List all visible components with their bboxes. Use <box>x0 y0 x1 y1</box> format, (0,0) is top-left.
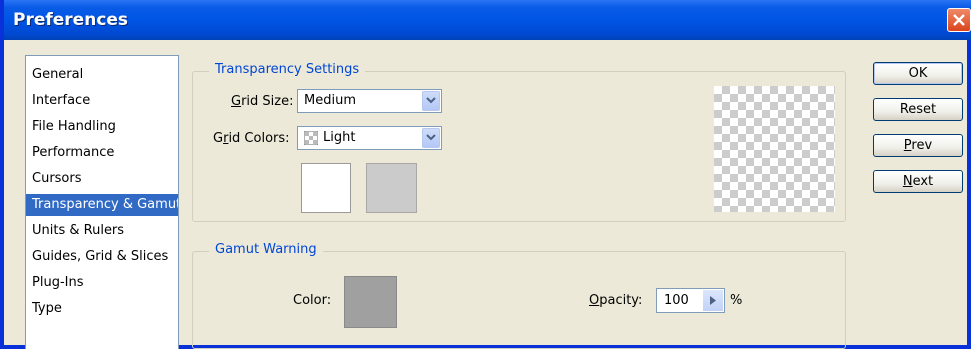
gamut-warning-group <box>192 251 846 349</box>
grid-color-1-swatch[interactable] <box>301 163 351 213</box>
grid-size-value: Medium <box>304 93 356 108</box>
chevron-down-icon <box>426 97 436 104</box>
opacity-unit: % <box>730 293 743 308</box>
category-type[interactable]: Type <box>26 298 178 320</box>
category-transparency-gamut[interactable]: Transparency & Gamut <box>26 194 178 216</box>
category-interface[interactable]: Interface <box>26 90 178 112</box>
checkerboard-icon <box>304 131 318 145</box>
chevron-down-icon <box>426 134 436 141</box>
transparency-settings-legend: Transparency Settings <box>209 62 366 77</box>
opacity-input[interactable]: 100 <box>656 288 725 313</box>
triangle-right-icon <box>710 296 716 305</box>
preferences-dialog: Preferences General Interface File Handl… <box>0 0 971 349</box>
category-units-rulers[interactable]: Units & Rulers <box>26 220 178 242</box>
prev-button[interactable]: Prev <box>873 134 963 157</box>
category-performance[interactable]: Performance <box>26 142 178 164</box>
grid-size-label: Grid Size: <box>231 94 294 109</box>
category-file-handling[interactable]: File Handling <box>26 116 178 138</box>
opacity-label: Opacity: <box>589 293 643 308</box>
opacity-slider-button[interactable] <box>703 290 723 311</box>
category-plug-ins[interactable]: Plug-Ins <box>26 272 178 294</box>
category-guides-grid-slices[interactable]: Guides, Grid & Slices <box>26 246 178 268</box>
reset-button[interactable]: Reset <box>873 98 963 121</box>
opacity-value: 100 <box>664 293 689 308</box>
gamut-warning-legend: Gamut Warning <box>209 242 323 257</box>
category-cursors[interactable]: Cursors <box>26 168 178 190</box>
category-list[interactable]: General Interface File Handling Performa… <box>25 55 179 349</box>
category-general[interactable]: General <box>26 64 178 86</box>
grid-colors-dropdown-button[interactable] <box>422 128 440 148</box>
grid-size-select[interactable]: Medium <box>297 89 442 113</box>
transparency-preview <box>714 86 835 212</box>
gamut-color-swatch[interactable] <box>344 276 397 328</box>
grid-color-2-swatch[interactable] <box>366 163 417 213</box>
ok-button[interactable]: OK <box>873 62 963 85</box>
grid-colors-value: Light <box>323 130 356 145</box>
grid-colors-label: Grid Colors: <box>213 131 290 146</box>
grid-colors-select[interactable]: Light <box>297 126 442 150</box>
window-title: Preferences <box>13 10 129 30</box>
title-bar[interactable]: Preferences <box>4 0 971 40</box>
gamut-color-label: Color: <box>293 293 332 308</box>
next-button[interactable]: Next <box>873 170 963 193</box>
close-icon <box>953 14 965 26</box>
grid-size-dropdown-button[interactable] <box>422 91 440 111</box>
close-button[interactable] <box>947 8 971 32</box>
